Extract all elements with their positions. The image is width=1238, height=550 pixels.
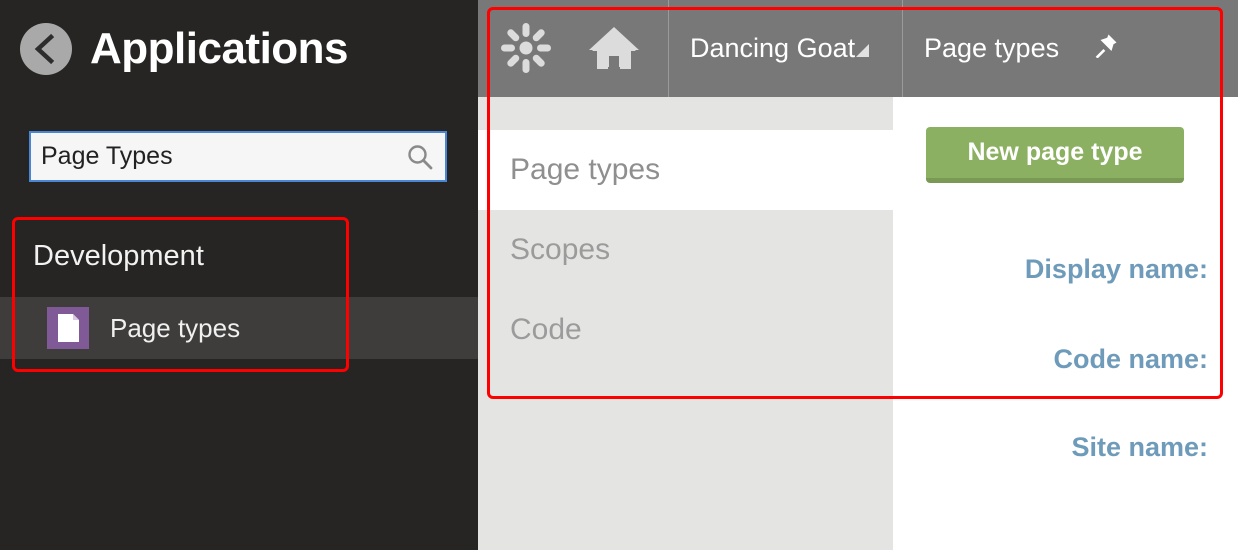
- search-box[interactable]: [29, 131, 447, 182]
- content-panel: New page type Display name: Code name: S…: [893, 97, 1238, 550]
- home-icon[interactable]: [588, 25, 640, 71]
- chevron-left-icon: [34, 33, 55, 65]
- application-area: Dancing Goat Page types Page types Scope…: [478, 0, 1238, 550]
- search-icon[interactable]: [407, 144, 433, 170]
- menu-item-code[interactable]: Code: [478, 290, 893, 370]
- sidebar-item-page-types[interactable]: Page types: [0, 297, 478, 359]
- applications-panel: Applications Development Page types: [0, 0, 478, 550]
- menu-item-label: Code: [510, 313, 582, 346]
- search-input[interactable]: [31, 133, 401, 180]
- page-document-icon: [47, 307, 89, 349]
- tab-site-selector[interactable]: Dancing Goat: [668, 0, 902, 97]
- pin-icon[interactable]: [1093, 32, 1119, 58]
- new-page-type-button[interactable]: New page type: [926, 127, 1184, 183]
- site-name-label: Site name:: [1071, 432, 1208, 462]
- back-button[interactable]: [20, 23, 72, 75]
- menu-item-label: Page types: [510, 153, 661, 186]
- tab-page-types[interactable]: Page types: [903, 0, 1238, 97]
- sidebar-group-development: Development: [33, 240, 204, 272]
- page-title: Applications: [90, 24, 349, 73]
- application-menu-panel: Page types Scopes Code: [478, 97, 893, 550]
- sidebar-item-label: Page types: [110, 313, 241, 343]
- dropdown-caret-icon: [856, 44, 869, 57]
- menu-item-scopes[interactable]: Scopes: [478, 210, 893, 290]
- menu-item-label: Scopes: [510, 233, 611, 266]
- code-name-label: Code name:: [1053, 344, 1208, 374]
- screenshot-root: Applications Development Page types: [0, 0, 1238, 550]
- tab-page-types-label: Page types: [924, 33, 1060, 63]
- kentico-asterisk-logo-icon[interactable]: [500, 22, 552, 74]
- display-name-label: Display name:: [1024, 254, 1208, 284]
- top-navigation-bar: Dancing Goat Page types: [478, 0, 1238, 97]
- menu-item-page-types[interactable]: Page types: [478, 130, 893, 210]
- tab-site-label: Dancing Goat: [690, 33, 856, 63]
